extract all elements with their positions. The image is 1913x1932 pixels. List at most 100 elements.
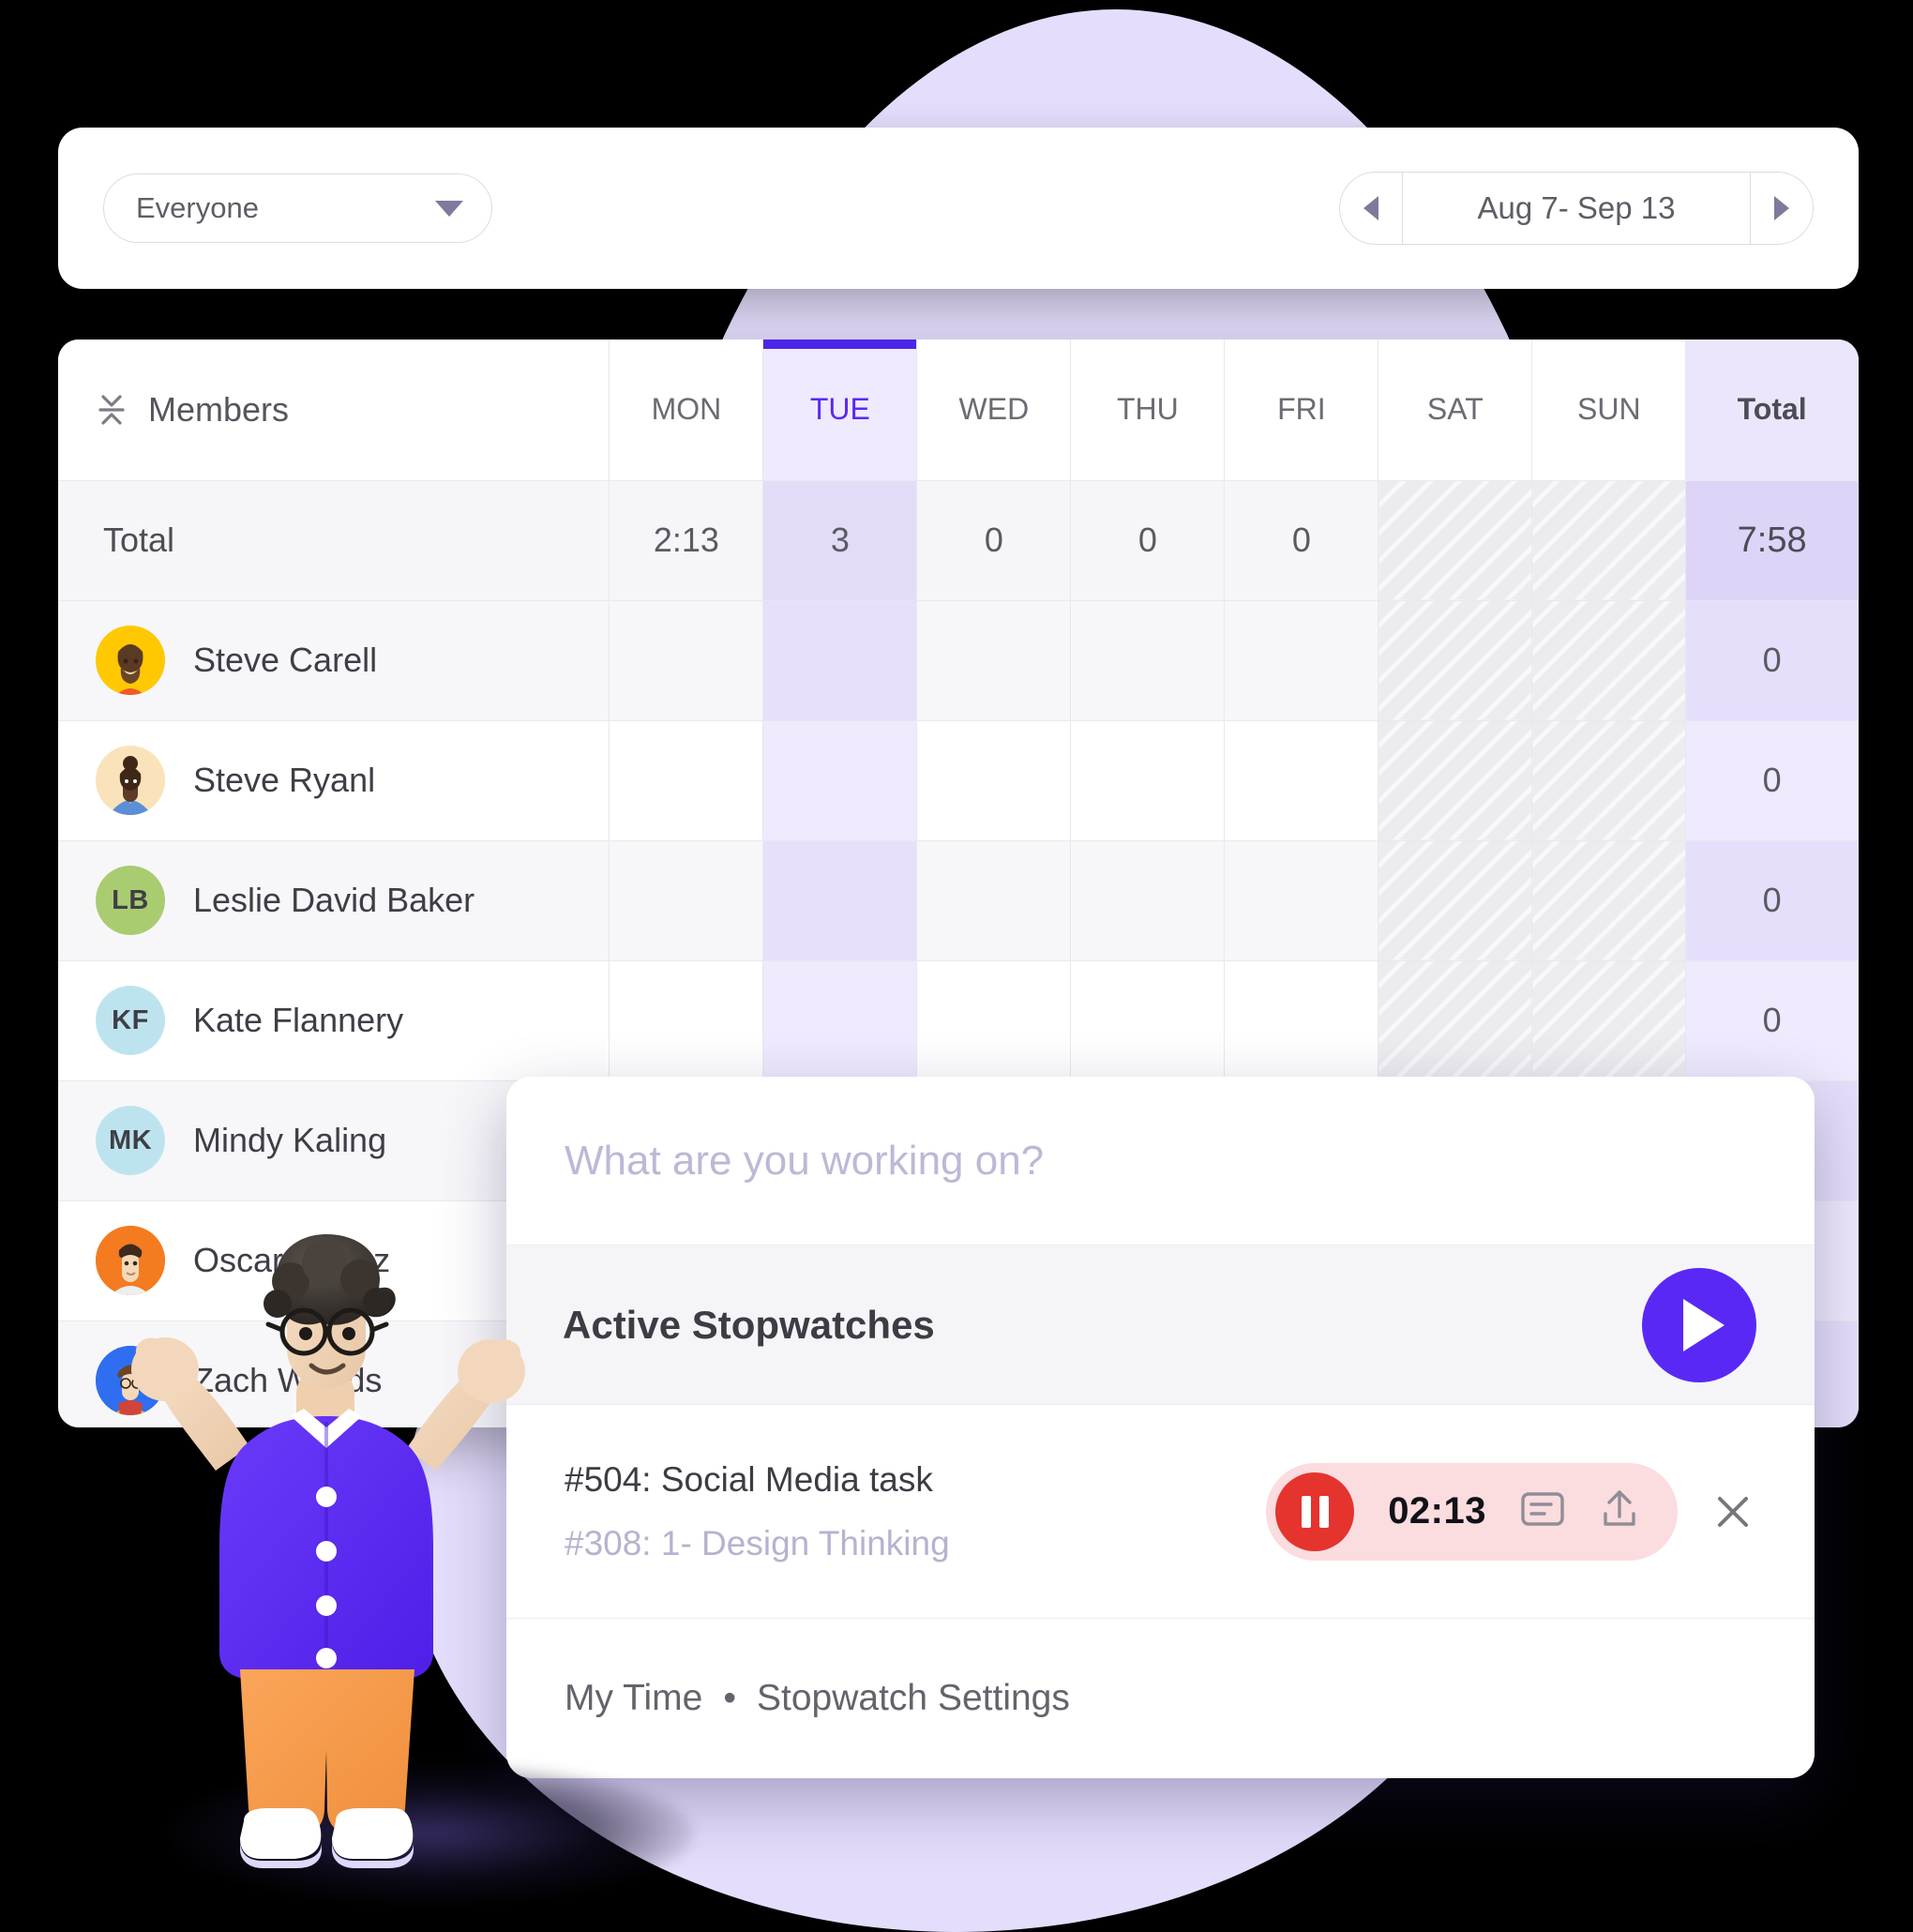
avatar-initials: MK bbox=[108, 1124, 153, 1155]
totals-cell-wed: 0 bbox=[916, 480, 1072, 601]
day-column-header-tue[interactable]: TUE bbox=[762, 340, 918, 481]
entry-task-parent[interactable]: #308: 1- Design Thinking bbox=[565, 1524, 950, 1563]
entry-text-block: #504: Social Media task #308: 1- Design … bbox=[565, 1460, 950, 1563]
screenshot-stage: Everyone Aug 7- Sep 13 Members MON TUE W… bbox=[0, 0, 1913, 1932]
time-cell[interactable] bbox=[1224, 720, 1379, 841]
collapse-rows-icon[interactable] bbox=[96, 391, 128, 429]
note-icon[interactable] bbox=[1520, 1489, 1565, 1533]
totals-cell-fri: 0 bbox=[1224, 480, 1379, 601]
day-column-header-wed[interactable]: WED bbox=[916, 340, 1072, 481]
mascot-character-illustration bbox=[103, 1229, 553, 1904]
task-input-row[interactable]: What are you working on? bbox=[506, 1077, 1815, 1245]
day-column-header-thu[interactable]: THU bbox=[1070, 340, 1226, 481]
time-cell[interactable] bbox=[609, 600, 764, 721]
date-range-next-button[interactable] bbox=[1751, 173, 1813, 244]
time-cell[interactable] bbox=[762, 960, 918, 1081]
stopwatch-settings-link[interactable]: Stopwatch Settings bbox=[757, 1678, 1070, 1719]
totals-cell-sat bbox=[1378, 480, 1533, 601]
day-column-header-sat[interactable]: SAT bbox=[1378, 340, 1533, 481]
member-name: Leslie David Baker bbox=[193, 881, 475, 919]
pause-icon-bar-left bbox=[1301, 1495, 1311, 1528]
avatar-initials: LB bbox=[112, 884, 149, 915]
triangle-left-icon bbox=[1363, 196, 1378, 220]
time-cell[interactable] bbox=[762, 600, 918, 721]
pause-button[interactable] bbox=[1275, 1472, 1355, 1551]
close-icon[interactable] bbox=[1710, 1488, 1756, 1535]
running-timer-pill: 02:13 bbox=[1266, 1462, 1678, 1561]
avatar: KF bbox=[96, 986, 165, 1055]
table-row[interactable]: KF Kate Flannery 0 bbox=[58, 960, 1859, 1081]
member-cell: Steve Ryanl bbox=[58, 720, 610, 841]
time-cell[interactable] bbox=[916, 960, 1072, 1081]
time-cell[interactable] bbox=[1531, 960, 1687, 1081]
time-cell[interactable] bbox=[1531, 600, 1687, 721]
member-total-cell: 0 bbox=[1685, 600, 1859, 721]
totals-cell-thu: 0 bbox=[1070, 480, 1226, 601]
time-cell[interactable] bbox=[1070, 600, 1226, 721]
active-stopwatches-header: Active Stopwatches bbox=[506, 1245, 1815, 1405]
play-icon bbox=[1683, 1298, 1725, 1351]
active-stopwatches-label: Active Stopwatches bbox=[563, 1302, 935, 1347]
avatar: MK bbox=[96, 1106, 165, 1175]
member-name: Steve Ryanl bbox=[193, 761, 376, 799]
avatar-initials: KF bbox=[112, 1004, 149, 1035]
member-cell: Steve Carell bbox=[58, 600, 610, 721]
upload-icon[interactable] bbox=[1599, 1487, 1640, 1535]
avatar bbox=[96, 746, 165, 815]
time-cell[interactable] bbox=[1531, 720, 1687, 841]
time-cell[interactable] bbox=[1224, 960, 1379, 1081]
time-cell[interactable] bbox=[1070, 840, 1226, 961]
elapsed-time: 02:13 bbox=[1388, 1490, 1486, 1532]
table-row[interactable]: LB Leslie David Baker 0 bbox=[58, 840, 1859, 961]
time-cell[interactable] bbox=[609, 840, 764, 961]
time-cell[interactable] bbox=[1531, 840, 1687, 961]
totals-cell-sun bbox=[1531, 480, 1687, 601]
day-column-header-sun[interactable]: SUN bbox=[1531, 340, 1687, 481]
stopwatch-popup: What are you working on? Active Stopwatc… bbox=[506, 1077, 1815, 1778]
member-total-cell: 0 bbox=[1685, 960, 1859, 1081]
table-row[interactable]: Steve Ryanl 0 bbox=[58, 720, 1859, 841]
date-range-prev-button[interactable] bbox=[1340, 173, 1402, 244]
members-column-header[interactable]: Members bbox=[58, 340, 610, 481]
member-filter-value: Everyone bbox=[136, 191, 259, 224]
start-stopwatch-button[interactable] bbox=[1642, 1267, 1756, 1382]
time-cell[interactable] bbox=[1378, 960, 1533, 1081]
table-row[interactable]: Steve Carell 0 bbox=[58, 600, 1859, 721]
time-cell[interactable] bbox=[1378, 840, 1533, 961]
entry-task-title[interactable]: #504: Social Media task bbox=[565, 1460, 950, 1500]
popup-footer: My Time • Stopwatch Settings bbox=[506, 1619, 1815, 1778]
time-cell[interactable] bbox=[916, 600, 1072, 721]
my-time-link[interactable]: My Time bbox=[565, 1678, 702, 1719]
member-name: Mindy Kaling bbox=[193, 1121, 387, 1159]
time-cell[interactable] bbox=[762, 840, 918, 961]
time-cell[interactable] bbox=[609, 720, 764, 841]
time-cell[interactable] bbox=[916, 840, 1072, 961]
time-cell[interactable] bbox=[762, 720, 918, 841]
time-cell[interactable] bbox=[1070, 720, 1226, 841]
member-filter-select[interactable]: Everyone bbox=[103, 174, 492, 243]
chevron-down-icon bbox=[435, 200, 463, 217]
totals-row: Total 2:13 3 0 0 0 7:58 bbox=[58, 480, 1859, 601]
time-cell[interactable] bbox=[1070, 960, 1226, 1081]
day-column-header-mon[interactable]: MON bbox=[609, 340, 764, 481]
totals-cell-tue: 3 bbox=[762, 480, 918, 601]
member-total-cell: 0 bbox=[1685, 840, 1859, 961]
task-input-placeholder: What are you working on? bbox=[565, 1137, 1045, 1184]
time-cell[interactable] bbox=[1224, 840, 1379, 961]
time-cell[interactable] bbox=[1224, 600, 1379, 721]
time-cell[interactable] bbox=[916, 720, 1072, 841]
date-range-label[interactable]: Aug 7- Sep 13 bbox=[1402, 173, 1751, 244]
toolbar: Everyone Aug 7- Sep 13 bbox=[58, 128, 1859, 289]
totals-row-label: Total bbox=[58, 480, 610, 601]
day-column-header-fri[interactable]: FRI bbox=[1224, 340, 1379, 481]
totals-row-grand-total: 7:58 bbox=[1685, 480, 1859, 601]
time-cell[interactable] bbox=[1378, 600, 1533, 721]
time-cell[interactable] bbox=[609, 960, 764, 1081]
member-name: Steve Carell bbox=[193, 641, 378, 679]
triangle-right-icon bbox=[1774, 196, 1789, 220]
time-cell[interactable] bbox=[1378, 720, 1533, 841]
member-total-cell: 0 bbox=[1685, 720, 1859, 841]
entry-controls: 02:13 bbox=[1266, 1462, 1756, 1561]
member-name: Kate Flannery bbox=[193, 1001, 404, 1039]
avatar bbox=[96, 626, 165, 695]
